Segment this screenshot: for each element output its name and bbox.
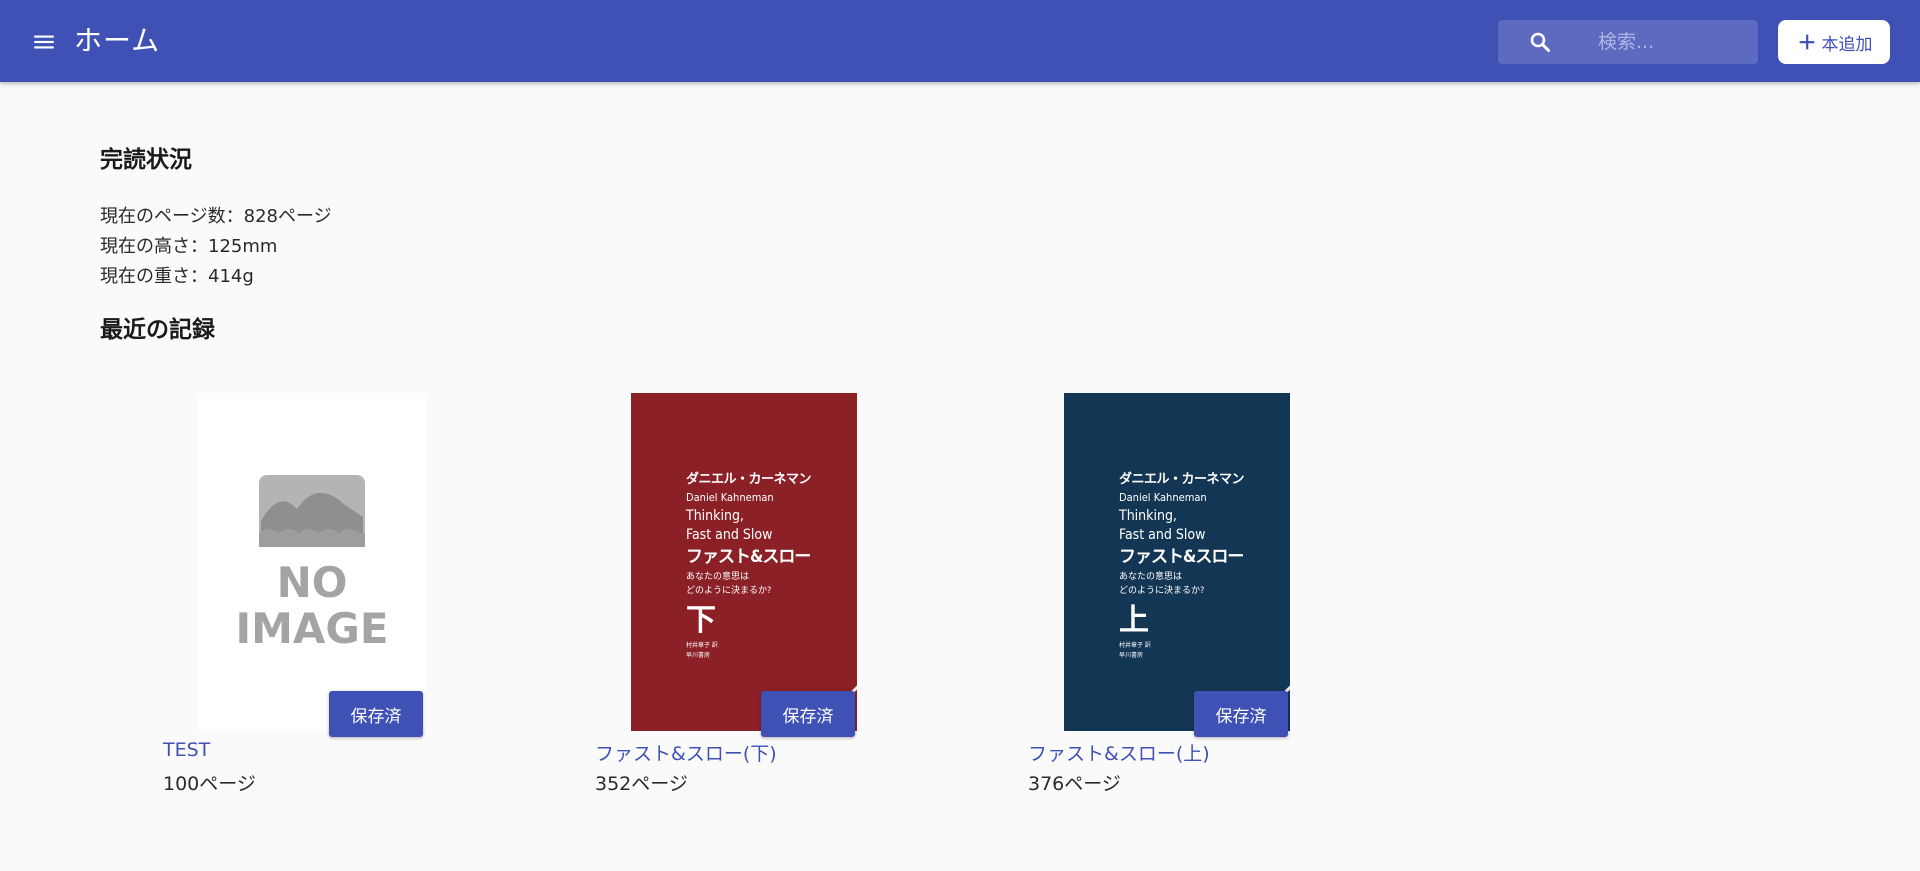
book-title-link[interactable]: TEST bbox=[163, 739, 210, 761]
cover-text: ダニエル・カーネマン Daniel Kahneman Thinking, Fas… bbox=[686, 471, 812, 661]
menu-icon bbox=[34, 35, 54, 49]
cover-title-en-2: Fast and Slow bbox=[686, 527, 773, 543]
search-icon bbox=[1530, 32, 1550, 52]
add-book-button[interactable]: 本追加 bbox=[1778, 20, 1890, 64]
cover-text: ダニエル・カーネマン Daniel Kahneman Thinking, Fas… bbox=[1119, 471, 1245, 661]
cover-title-en-1: Thinking, bbox=[686, 508, 744, 524]
no-image-line1: NO bbox=[277, 558, 348, 607]
book-pages: 376ページ bbox=[1028, 773, 1121, 795]
saved-button[interactable]: 保存済 bbox=[761, 691, 855, 737]
reading-status-heading: 完読状況 bbox=[100, 147, 192, 173]
recent-records-heading: 最近の記録 bbox=[100, 317, 215, 343]
add-book-label: 本追加 bbox=[1821, 34, 1873, 55]
saved-button[interactable]: 保存済 bbox=[329, 691, 423, 737]
cover-title-en-2: Fast and Slow bbox=[1119, 527, 1206, 543]
cover-title-ja: ファスト&スロー bbox=[686, 547, 811, 567]
book-cover[interactable]: ダニエル・カーネマン Daniel Kahneman Thinking, Fas… bbox=[1064, 393, 1290, 731]
cover-title-en-1: Thinking, bbox=[1119, 508, 1177, 524]
cover-subtitle-1: あなたの意思は bbox=[1119, 572, 1183, 582]
cover-translator: 村井章子 訳 bbox=[686, 642, 718, 649]
cover-subtitle-2: どのように決まるか? bbox=[686, 586, 772, 596]
search-input[interactable] bbox=[1596, 26, 1746, 58]
reading-status: 現在のページ数：828ページ 現在の高さ：125mm 現在の重さ：414g bbox=[100, 202, 332, 292]
cover-publisher: 早川書房 bbox=[1119, 652, 1144, 659]
book-cover[interactable]: ダニエル・カーネマン Daniel Kahneman Thinking, Fas… bbox=[631, 393, 857, 731]
book-pages: 100ページ bbox=[163, 773, 256, 795]
current-pages-text: 現在のページ数：828ページ bbox=[100, 206, 332, 227]
book-card[interactable]: ダニエル・カーネマン Daniel Kahneman Thinking, Fas… bbox=[595, 393, 895, 813]
page-title: ホーム bbox=[74, 24, 161, 57]
book-title-link[interactable]: ファスト&スロー(下) bbox=[595, 739, 777, 766]
cover-title-ja: ファスト&スロー bbox=[1119, 547, 1244, 567]
cover-translator: 村井章子 訳 bbox=[1119, 642, 1151, 649]
book-pages: 352ページ bbox=[595, 773, 688, 795]
saved-button[interactable]: 保存済 bbox=[1194, 691, 1288, 737]
cover-subtitle-1: あなたの意思は bbox=[686, 572, 750, 582]
book-card[interactable]: NO IMAGE 保存済 TEST 100ページ bbox=[163, 393, 463, 813]
plus-icon bbox=[1799, 34, 1814, 50]
cover-author-en: Daniel Kahneman bbox=[686, 491, 774, 504]
cover-author-ja: ダニエル・カーネマン bbox=[686, 472, 812, 487]
book-card[interactable]: ダニエル・カーネマン Daniel Kahneman Thinking, Fas… bbox=[1028, 393, 1328, 813]
book-cover-no-image[interactable]: NO IMAGE bbox=[199, 393, 425, 731]
current-weight-text: 現在の重さ：414g bbox=[100, 266, 254, 287]
no-image-illustration: NO IMAGE bbox=[235, 475, 389, 653]
cover-subtitle-2: どのように決まるか? bbox=[1119, 586, 1205, 596]
no-image-line2: IMAGE bbox=[235, 604, 388, 653]
cover-volume: 下 bbox=[686, 603, 716, 638]
search-box[interactable] bbox=[1498, 20, 1758, 64]
menu-button[interactable] bbox=[22, 20, 66, 64]
book-title-link[interactable]: ファスト&スロー(上) bbox=[1028, 739, 1210, 766]
cover-author-ja: ダニエル・カーネマン bbox=[1119, 472, 1245, 487]
cover-author-en: Daniel Kahneman bbox=[1119, 491, 1207, 504]
cover-publisher: 早川書房 bbox=[686, 652, 711, 659]
top-app-bar: ホーム 本追加 bbox=[0, 0, 1920, 82]
cover-volume: 上 bbox=[1119, 603, 1149, 638]
current-height-text: 現在の高さ：125mm bbox=[100, 236, 278, 257]
